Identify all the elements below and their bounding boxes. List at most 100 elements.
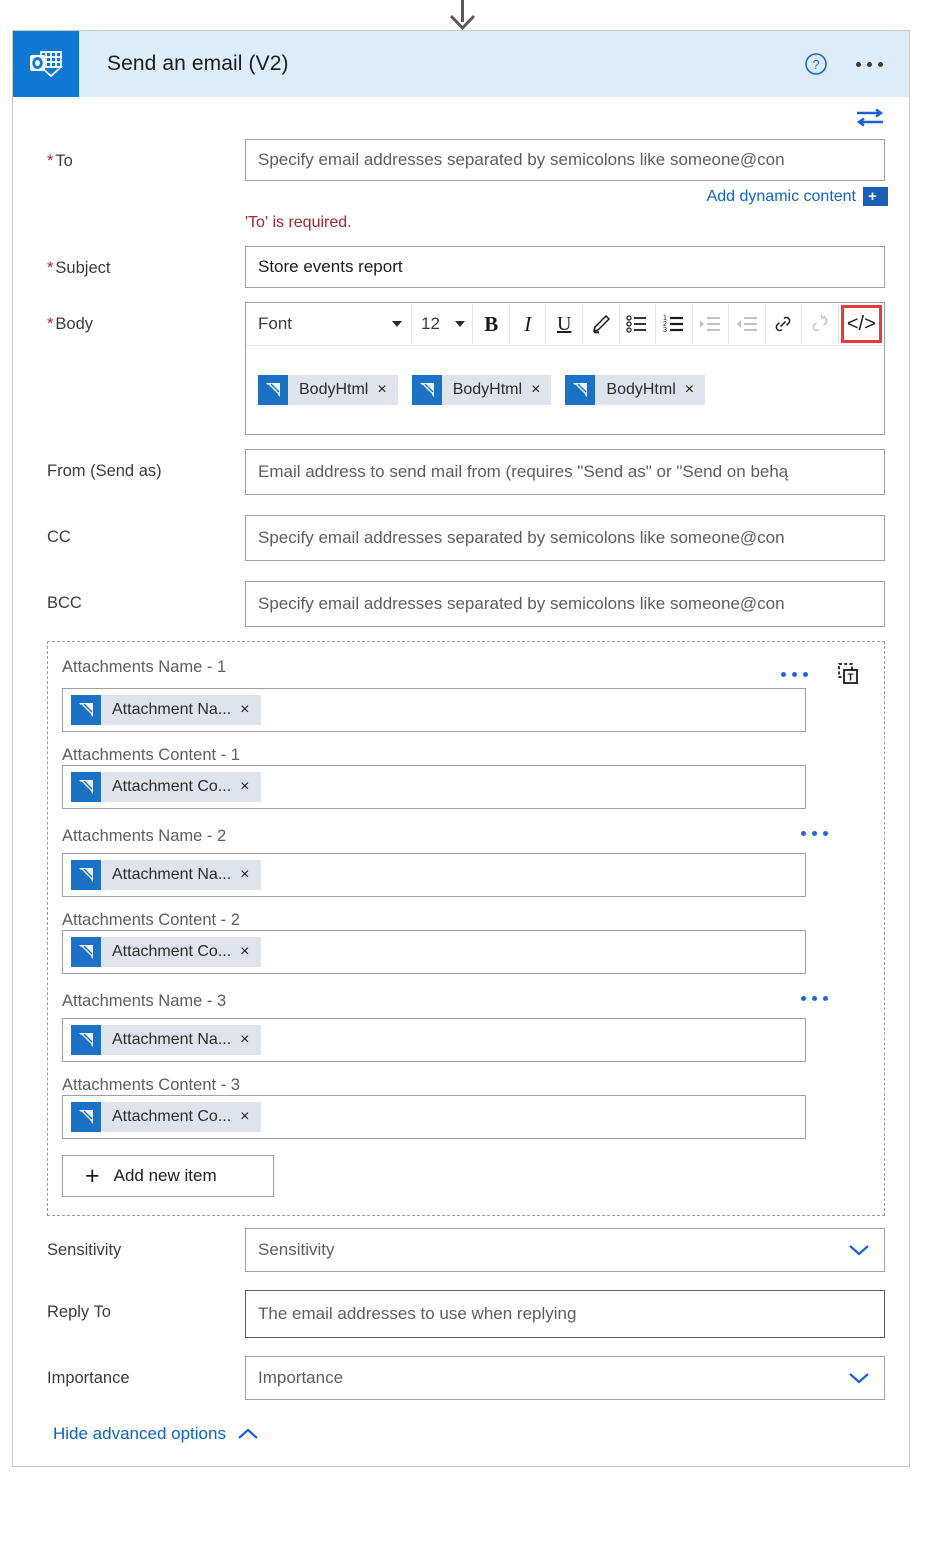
- label-from: From (Send as): [47, 449, 245, 482]
- add-dynamic-content-plus-button[interactable]: +: [863, 187, 885, 206]
- cc-input[interactable]: Specify email addresses separated by sem…: [245, 515, 885, 561]
- label-cc: CC: [47, 515, 245, 548]
- body-rich-text-editor: Font 12 B I U: [245, 302, 885, 435]
- to-placeholder: Specify email addresses separated by sem…: [258, 150, 785, 170]
- flow-token-icon: [412, 375, 442, 405]
- dynamic-token[interactable]: Attachment Co... ×: [71, 772, 261, 802]
- unlink-button[interactable]: [802, 304, 839, 344]
- dynamic-token[interactable]: Attachment Co... ×: [71, 1102, 261, 1132]
- card-title: Send an email (V2): [107, 52, 289, 76]
- highlight-pen-button[interactable]: [583, 304, 620, 344]
- indent-increase-icon: [699, 314, 721, 334]
- flow-token-icon: [71, 772, 101, 802]
- label-to-text: To: [55, 152, 72, 170]
- italic-button[interactable]: I: [510, 304, 547, 344]
- reply-to-input[interactable]: The email addresses to use when replying: [245, 1290, 885, 1338]
- indent-decrease-button[interactable]: [729, 304, 766, 344]
- token-remove-icon[interactable]: ×: [375, 381, 397, 399]
- card-header[interactable]: Send an email (V2) ?: [13, 31, 909, 97]
- attachment-content-label: Attachments Content - 1: [62, 746, 240, 764]
- bcc-input[interactable]: Specify email addresses separated by sem…: [245, 581, 885, 627]
- swap-row: [13, 97, 909, 139]
- token-remove-icon[interactable]: ×: [238, 1031, 260, 1049]
- body-editor-content[interactable]: BodyHtml ×: [246, 346, 884, 434]
- subject-input[interactable]: Store events report: [245, 246, 885, 288]
- chevron-up-icon[interactable]: [237, 1427, 259, 1441]
- token-label: Attachment Co...: [101, 778, 238, 796]
- bulleted-list-button[interactable]: [620, 304, 657, 344]
- plus-icon: +: [85, 1164, 100, 1189]
- attachment-name-input[interactable]: Attachment Na... ×: [62, 1018, 806, 1062]
- token-remove-icon[interactable]: ×: [238, 778, 260, 796]
- token-label: Attachment Co...: [101, 1108, 238, 1126]
- font-family-select[interactable]: Font: [246, 304, 412, 344]
- attachment-menu-ellipsis-icon[interactable]: [801, 996, 828, 1001]
- flow-token-icon: [71, 1025, 101, 1055]
- pen-icon: [590, 313, 612, 335]
- flow-connector-arrow: [0, 0, 925, 30]
- attachment-item: Attachments Name - 3: [62, 992, 864, 1139]
- token-remove-icon[interactable]: ×: [683, 381, 705, 399]
- dynamic-token[interactable]: Attachment Co... ×: [71, 937, 261, 967]
- code-view-button[interactable]: </>: [839, 304, 884, 344]
- numbered-list-button[interactable]: 1 2 3: [656, 304, 693, 344]
- bold-button[interactable]: B: [473, 304, 510, 344]
- attachment-name-input[interactable]: Attachment Na... ×: [62, 853, 806, 897]
- label-subject: *Subject: [47, 246, 245, 279]
- chevron-down-icon: [848, 1243, 870, 1257]
- add-new-item-button[interactable]: + Add new item: [62, 1155, 274, 1197]
- dynamic-token[interactable]: Attachment Na... ×: [71, 695, 261, 725]
- dynamic-token[interactable]: BodyHtml ×: [565, 375, 705, 405]
- dynamic-token[interactable]: BodyHtml ×: [412, 375, 552, 405]
- indent-decrease-icon: [736, 314, 758, 334]
- flow-token-icon: [71, 1102, 101, 1132]
- help-circle-icon[interactable]: ?: [804, 52, 828, 76]
- rte-toolbar: Font 12 B I U: [246, 303, 884, 346]
- flow-token-icon: [71, 937, 101, 967]
- attachment-name-label: Attachments Name - 3: [62, 992, 226, 1010]
- attachment-name-header: Attachments Name - 2: [62, 827, 864, 851]
- sensitivity-dropdown[interactable]: Sensitivity: [245, 1228, 885, 1272]
- token-remove-icon[interactable]: ×: [238, 1108, 260, 1126]
- flow-token-icon: [258, 375, 288, 405]
- token-remove-icon[interactable]: ×: [238, 866, 260, 884]
- bcc-placeholder: Specify email addresses separated by sem…: [258, 594, 785, 614]
- token-remove-icon[interactable]: ×: [238, 701, 260, 719]
- attachment-content-input[interactable]: Attachment Co... ×: [62, 765, 806, 809]
- token-remove-icon[interactable]: ×: [529, 381, 551, 399]
- from-placeholder: Email address to send mail from (require…: [258, 462, 788, 482]
- svg-text:3: 3: [663, 327, 667, 334]
- token-remove-icon[interactable]: ×: [238, 943, 260, 961]
- required-asterisk-subject: *: [47, 259, 53, 277]
- attachment-name-input[interactable]: Attachment Na... ×: [62, 688, 806, 732]
- swap-arrows-icon[interactable]: [855, 107, 885, 129]
- card-menu-ellipsis-icon[interactable]: [856, 62, 883, 67]
- font-size-select[interactable]: 12: [412, 304, 473, 344]
- attachment-content-input[interactable]: Attachment Co... ×: [62, 1095, 806, 1139]
- dynamic-token[interactable]: BodyHtml ×: [258, 375, 398, 405]
- to-error-message: 'To' is required.: [245, 214, 885, 232]
- link-button[interactable]: [766, 304, 803, 344]
- sensitivity-value: Sensitivity: [258, 1240, 335, 1260]
- switch-to-array-input-icon[interactable]: T: [836, 662, 860, 686]
- dynamic-token[interactable]: Attachment Na... ×: [71, 1025, 261, 1055]
- token-label: BodyHtml: [595, 381, 682, 399]
- attachment-content-input[interactable]: Attachment Co... ×: [62, 930, 806, 974]
- token-label: Attachment Na...: [101, 701, 238, 719]
- attachment-menu-ellipsis-icon[interactable]: [801, 831, 828, 836]
- attachment-menu-ellipsis-icon[interactable]: [781, 672, 808, 677]
- indent-increase-button[interactable]: [693, 304, 730, 344]
- underline-button[interactable]: U: [546, 304, 583, 344]
- hide-advanced-options-link[interactable]: Hide advanced options: [53, 1424, 226, 1444]
- dynamic-token[interactable]: Attachment Na... ×: [71, 860, 261, 890]
- chevron-down-icon: [848, 1371, 870, 1385]
- unlink-icon: [809, 313, 831, 335]
- importance-dropdown[interactable]: Importance: [245, 1356, 885, 1400]
- advanced-options-row: Hide advanced options: [13, 1400, 909, 1444]
- from-input[interactable]: Email address to send mail from (require…: [245, 449, 885, 495]
- add-new-item-label: Add new item: [114, 1166, 217, 1186]
- add-dynamic-content-link[interactable]: Add dynamic content: [707, 188, 856, 206]
- to-input[interactable]: Specify email addresses separated by sem…: [245, 139, 885, 181]
- field-row-reply-to: Reply To The email addresses to use when…: [13, 1290, 909, 1338]
- field-row-cc: CC Specify email addresses separated by …: [13, 515, 909, 561]
